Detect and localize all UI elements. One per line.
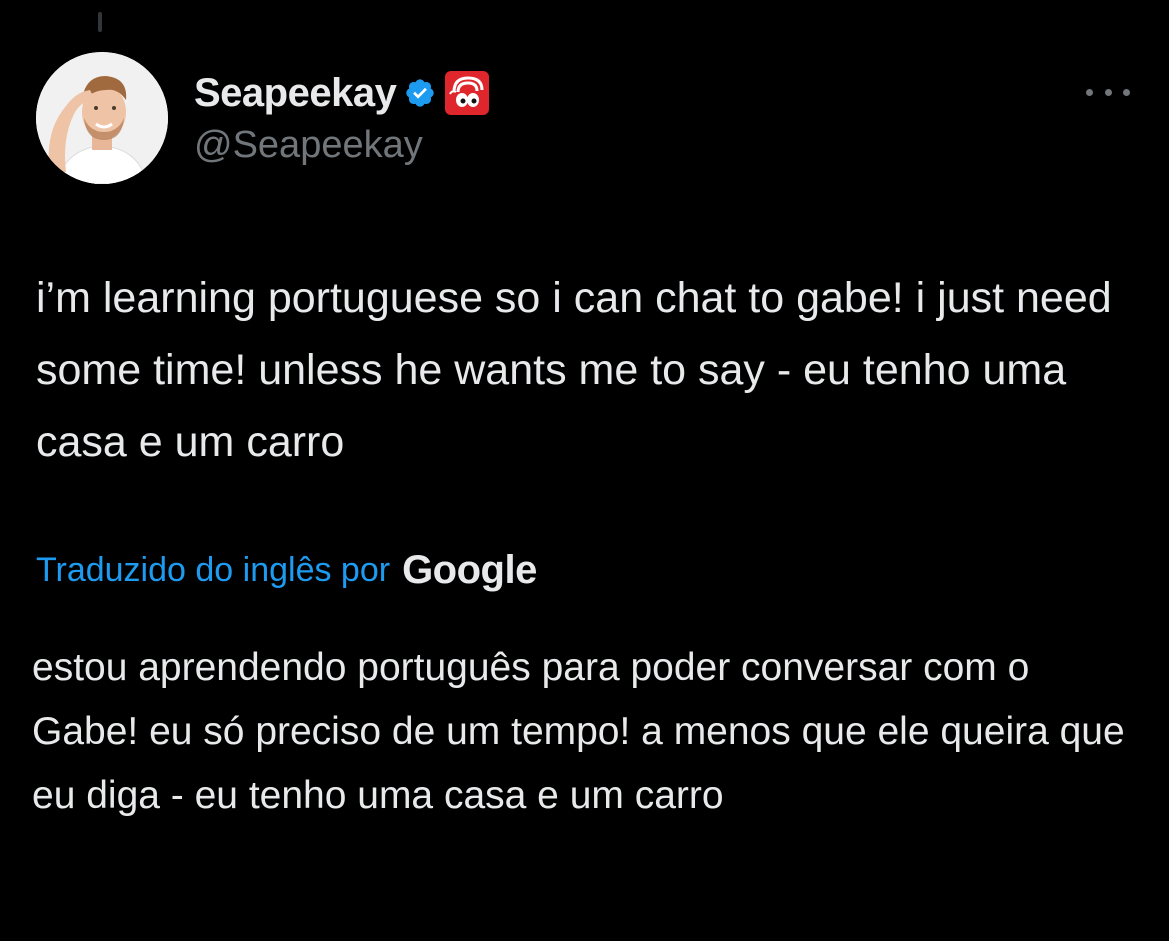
translation-attribution: Traduzido do inglês por Google bbox=[36, 540, 537, 600]
author-name-row: Seapeekay bbox=[194, 68, 490, 118]
affiliate-mascot-badge-icon[interactable] bbox=[444, 70, 490, 116]
tweet-text: i’m learning portuguese so i can chat to… bbox=[36, 274, 1112, 466]
more-icon-dot bbox=[1104, 88, 1112, 96]
google-logo: Google bbox=[402, 547, 537, 592]
translated-by-label[interactable]: Traduzido do inglês por bbox=[36, 551, 390, 590]
more-options-button[interactable] bbox=[1084, 78, 1132, 106]
avatar[interactable] bbox=[36, 52, 168, 184]
author-handle[interactable]: @Seapeekay bbox=[194, 124, 423, 167]
translated-tweet-text: estou aprendendo português para poder co… bbox=[32, 646, 1125, 817]
author-display-name[interactable]: Seapeekay bbox=[194, 71, 397, 116]
more-horizontal-icon bbox=[1086, 88, 1093, 96]
more-icon-dot bbox=[1123, 88, 1130, 96]
thread-connector-line bbox=[98, 12, 102, 32]
avatar-photo bbox=[36, 52, 168, 184]
verified-badge-icon[interactable] bbox=[404, 77, 436, 109]
